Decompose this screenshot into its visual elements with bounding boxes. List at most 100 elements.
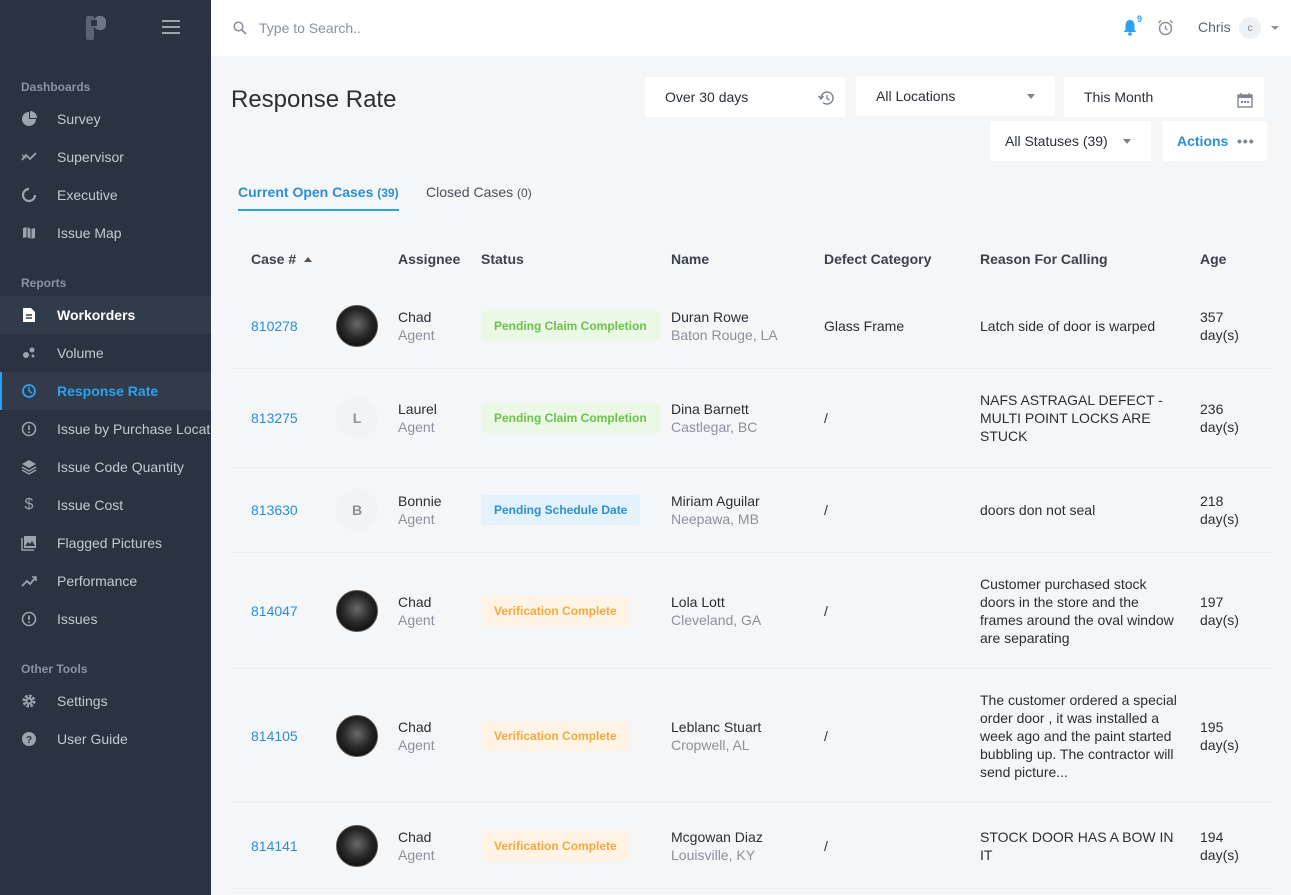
menu-toggle-icon[interactable] (162, 20, 180, 34)
column-header-label: Case # (251, 251, 297, 267)
sidebar-item-volume[interactable]: Volume (0, 334, 211, 372)
sidebar-item-supervisor[interactable]: Supervisor (0, 138, 211, 176)
case-number-link[interactable]: 813275 (251, 410, 298, 426)
sidebar-section-other-tools: Other Tools (21, 662, 88, 676)
assignee-avatar: L (336, 397, 378, 439)
column-header-reason[interactable]: Reason For Calling (980, 251, 1108, 267)
defect-category: Glass Frame (824, 318, 905, 334)
actions-button[interactable]: Actions ••• (1163, 121, 1267, 161)
assignee-cell: Bonnie Agent (398, 492, 442, 528)
case-number-link[interactable]: 814141 (251, 838, 298, 854)
search-icon (233, 21, 247, 35)
sidebar-item-label: Performance (57, 573, 138, 589)
sidebar-item-performance[interactable]: Performance (0, 562, 211, 600)
period-filter-value: This Month (1084, 89, 1154, 105)
defect-category: / (824, 410, 828, 426)
table-row[interactable]: 814105 Chad Agent Verification Complete L… (231, 669, 1271, 803)
user-name[interactable]: Chris (1198, 19, 1231, 35)
customer-cell: Mcgowan Diaz Louisville, KY (671, 828, 763, 864)
chevron-down-icon[interactable] (1271, 26, 1279, 30)
table-row[interactable]: 814141 Chad Agent Verification Complete M… (231, 803, 1271, 889)
sidebar-item-issue-by-purchase-location[interactable]: Issue by Purchase Location (0, 410, 211, 448)
brand-logo-icon[interactable] (86, 16, 108, 40)
status-filter-dropdown[interactable]: All Statuses (39) (990, 121, 1151, 161)
assignee-name: Laurel (398, 401, 437, 417)
assignee-name: Chad (398, 718, 432, 735)
alarm-clock-icon[interactable] (1157, 19, 1174, 36)
age-value: 197 (1200, 593, 1224, 610)
age-value: 357 (1200, 309, 1224, 325)
sidebar-item-settings[interactable]: Settings (0, 682, 211, 720)
assignee-role: Agent (398, 327, 435, 343)
column-header-status[interactable]: Status (481, 251, 524, 267)
assignee-cell: Chad Agent (398, 828, 435, 864)
calendar-icon (1237, 93, 1253, 108)
assignee-cell: Chad Agent (398, 593, 435, 629)
tab-closed-cases[interactable]: Closed Cases (0) (426, 184, 532, 211)
notification-bell-icon[interactable] (1122, 19, 1138, 36)
circle-notch-icon (21, 187, 37, 203)
customer-name: Leblanc Stuart (671, 718, 762, 735)
sidebar-item-label: Settings (57, 693, 108, 709)
sidebar-item-executive[interactable]: Executive (0, 176, 211, 214)
column-header-assignee[interactable]: Assignee (398, 251, 460, 267)
case-number-link[interactable]: 814105 (251, 728, 298, 744)
sidebar-item-user-guide[interactable]: ? User Guide (0, 720, 211, 758)
alert-circle-icon (21, 611, 37, 627)
search-input[interactable] (259, 16, 559, 40)
column-header-name[interactable]: Name (671, 251, 709, 267)
reason-for-calling: STOCK DOOR HAS A BOW IN IT (980, 828, 1174, 863)
reason-for-calling: The customer ordered a special order doo… (980, 691, 1177, 780)
sidebar-item-flagged-pictures[interactable]: Flagged Pictures (0, 524, 211, 562)
age-filter-dropdown[interactable]: Over 30 days (645, 77, 845, 117)
status-badge: Verification Complete (481, 595, 630, 626)
customer-location: Cropwell, AL (671, 736, 750, 753)
customer-name: Lola Lott (671, 593, 725, 610)
table-row[interactable]: 810278 Chad Agent Pending Claim Completio… (231, 284, 1271, 369)
sidebar-item-issues[interactable]: Issues (0, 600, 211, 638)
user-avatar[interactable]: c (1239, 17, 1261, 39)
customer-location: Louisville, KY (671, 846, 756, 863)
sidebar-item-issue-map[interactable]: Issue Map (0, 214, 211, 252)
sidebar-item-label: Issues (57, 611, 98, 627)
alert-circle-icon (21, 421, 37, 437)
sidebar-item-issue-code-quantity[interactable]: Issue Code Quantity (0, 448, 211, 486)
table-row[interactable]: 814047 Chad Agent Verification Complete L… (231, 553, 1271, 669)
case-number-link[interactable]: 814047 (251, 603, 298, 619)
tab-label: Current Open Cases (238, 184, 374, 200)
sidebar-item-label: Supervisor (57, 149, 124, 165)
sidebar-item-label: Response Rate (57, 383, 159, 399)
age-cell: 236 day(s) (1200, 400, 1239, 436)
assignee-name: Chad (398, 309, 432, 325)
customer-name: Miriam Aguilar (671, 493, 760, 509)
case-number-link[interactable]: 813630 (251, 502, 298, 518)
location-filter-dropdown[interactable]: All Locations (856, 76, 1055, 116)
period-filter-dropdown[interactable]: This Month (1064, 77, 1264, 117)
sidebar-item-issue-cost[interactable]: $ Issue Cost (0, 486, 211, 524)
column-header-case[interactable]: Case # (251, 251, 313, 267)
age-cell: 194 day(s) (1200, 828, 1239, 864)
table-row[interactable]: 813630 B Bonnie Agent Pending Schedule Da… (231, 468, 1271, 553)
assignee-avatar (336, 305, 378, 347)
location-filter-value: All Locations (876, 88, 956, 104)
tab-current-open-cases[interactable]: Current Open Cases (39) (238, 184, 399, 211)
status-badge: Verification Complete (481, 830, 630, 861)
customer-location: Castlegar, BC (671, 419, 758, 435)
sidebar-item-label: Issue Map (57, 225, 122, 241)
status-badge: Verification Complete (481, 720, 630, 751)
defect-category: / (824, 502, 828, 518)
case-number-link[interactable]: 810278 (251, 318, 298, 334)
customer-location: Baton Rouge, LA (671, 327, 778, 343)
table-row[interactable]: 813275 L Laurel Agent Pending Claim Compl… (231, 369, 1271, 468)
sidebar-item-response-rate[interactable]: Response Rate (0, 372, 211, 410)
sort-ascending-icon[interactable] (304, 257, 313, 262)
customer-cell: Miriam Aguilar Neepawa, MB (671, 492, 760, 528)
layers-icon (21, 459, 37, 475)
age-unit: day(s) (1200, 327, 1239, 343)
sidebar-item-survey[interactable]: Survey (0, 100, 211, 138)
sidebar-item-workorders[interactable]: Workorders (0, 296, 211, 334)
column-header-age[interactable]: Age (1200, 251, 1226, 267)
customer-cell: Lola Lott Cleveland, GA (671, 593, 761, 629)
column-header-defect-category[interactable]: Defect Category (824, 251, 931, 267)
tab-count: (0) (517, 186, 532, 200)
